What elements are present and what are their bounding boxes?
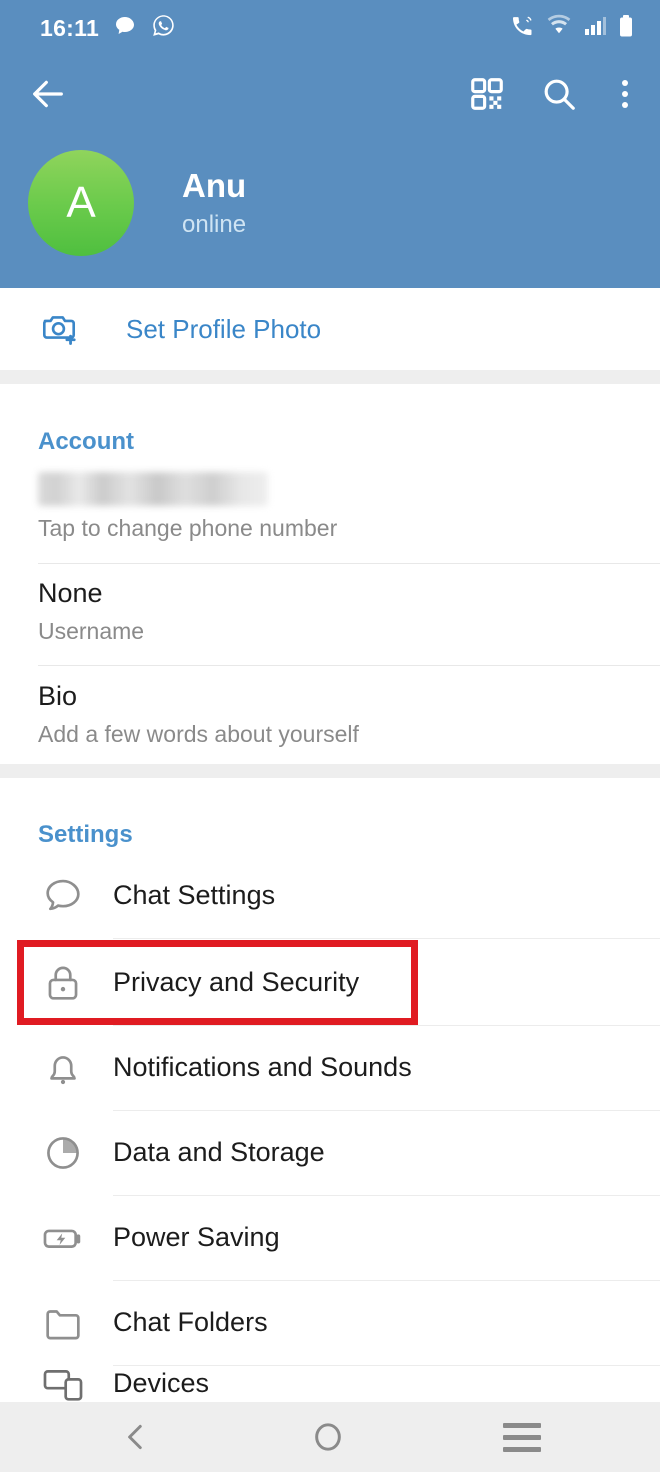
phone-number-row[interactable]: Tap to change phone number — [0, 472, 660, 542]
status-time: 16:11 — [40, 14, 100, 41]
qr-code-icon[interactable] — [468, 75, 506, 113]
cellular-signal-icon — [583, 15, 607, 42]
app-header: 16:11 A Anu online — [0, 0, 660, 288]
bio-row[interactable]: Bio Add a few words about yourself — [0, 681, 660, 748]
username-row[interactable]: None Username — [0, 578, 660, 645]
lock-icon — [0, 960, 113, 1006]
back-arrow-icon[interactable] — [28, 74, 68, 114]
set-profile-photo-row[interactable]: Set Profile Photo — [0, 288, 660, 370]
phone-number-redacted — [38, 472, 268, 506]
sidebar-item-devices[interactable]: Devices — [0, 1365, 660, 1402]
sidebar-item-label: Notifications and Sounds — [113, 1052, 412, 1082]
account-section-title: Account — [38, 428, 134, 455]
sidebar-item-label: Data and Storage — [113, 1137, 325, 1167]
telegram-settings-screen: 16:11 A Anu online Set Profile Photo Acc… — [0, 0, 660, 1472]
section-divider-1 — [0, 370, 660, 384]
status-bar: 16:11 — [0, 0, 660, 56]
nav-recents-icon[interactable] — [473, 1417, 571, 1458]
camera-plus-icon — [38, 306, 80, 353]
set-profile-photo-label: Set Profile Photo — [126, 313, 322, 344]
bio-value: Bio — [38, 681, 78, 711]
nav-back-icon[interactable] — [89, 1414, 183, 1460]
sidebar-item-label: Chat Settings — [113, 880, 276, 910]
bell-icon — [0, 1045, 113, 1091]
sidebar-item-chat-settings[interactable]: Chat Settings — [0, 853, 660, 938]
username-value: None — [38, 578, 103, 608]
sidebar-item-label: Chat Folders — [113, 1307, 268, 1337]
profile-name: Anu — [182, 167, 247, 205]
sidebar-item-privacy-and-security[interactable]: Privacy and Security — [0, 940, 660, 1025]
app-toolbar — [0, 58, 660, 130]
status-bar-left: 16:11 — [40, 13, 176, 43]
status-bar-right — [509, 14, 634, 43]
sidebar-item-label: Power Saving — [113, 1222, 280, 1252]
more-options-icon[interactable] — [612, 76, 638, 112]
sidebar-item-data-and-storage[interactable]: Data and Storage — [0, 1110, 660, 1195]
battery-icon — [618, 14, 634, 43]
speech-bubble-icon — [113, 14, 137, 43]
speech-bubble-icon — [0, 873, 113, 919]
whatsapp-icon — [151, 13, 176, 43]
profile-text: Anu online — [182, 167, 246, 239]
folder-icon — [0, 1300, 113, 1346]
account-hairline-1 — [38, 563, 660, 564]
settings-section-title: Settings — [38, 821, 133, 848]
sidebar-item-label: Privacy and Security — [113, 967, 360, 997]
devices-icon — [0, 1365, 113, 1402]
sidebar-item-notifications-and-sounds[interactable]: Notifications and Sounds — [0, 1025, 660, 1110]
search-icon[interactable] — [540, 75, 578, 113]
phone-number-hint: Tap to change phone number — [38, 515, 338, 541]
account-hairline-2 — [38, 665, 660, 666]
sidebar-item-power-saving[interactable]: Power Saving — [0, 1195, 660, 1280]
section-divider-2 — [0, 764, 660, 778]
call-signal-icon — [509, 14, 535, 43]
profile-summary[interactable]: A Anu online — [28, 150, 246, 256]
sidebar-item-chat-folders[interactable]: Chat Folders — [0, 1280, 660, 1365]
avatar[interactable]: A — [28, 150, 134, 256]
avatar-initial: A — [66, 178, 96, 227]
android-nav-bar — [0, 1402, 660, 1472]
toolbar-actions — [468, 75, 638, 113]
username-label: Username — [38, 618, 145, 644]
bio-hint: Add a few words about yourself — [38, 721, 359, 747]
profile-status: online — [182, 210, 247, 238]
pie-chart-icon — [0, 1130, 113, 1176]
battery-bolt-icon — [0, 1215, 113, 1261]
settings-hairline-1 — [113, 938, 660, 939]
sidebar-item-label: Devices — [113, 1368, 210, 1398]
nav-home-icon[interactable] — [281, 1414, 375, 1460]
wifi-icon — [546, 14, 572, 43]
